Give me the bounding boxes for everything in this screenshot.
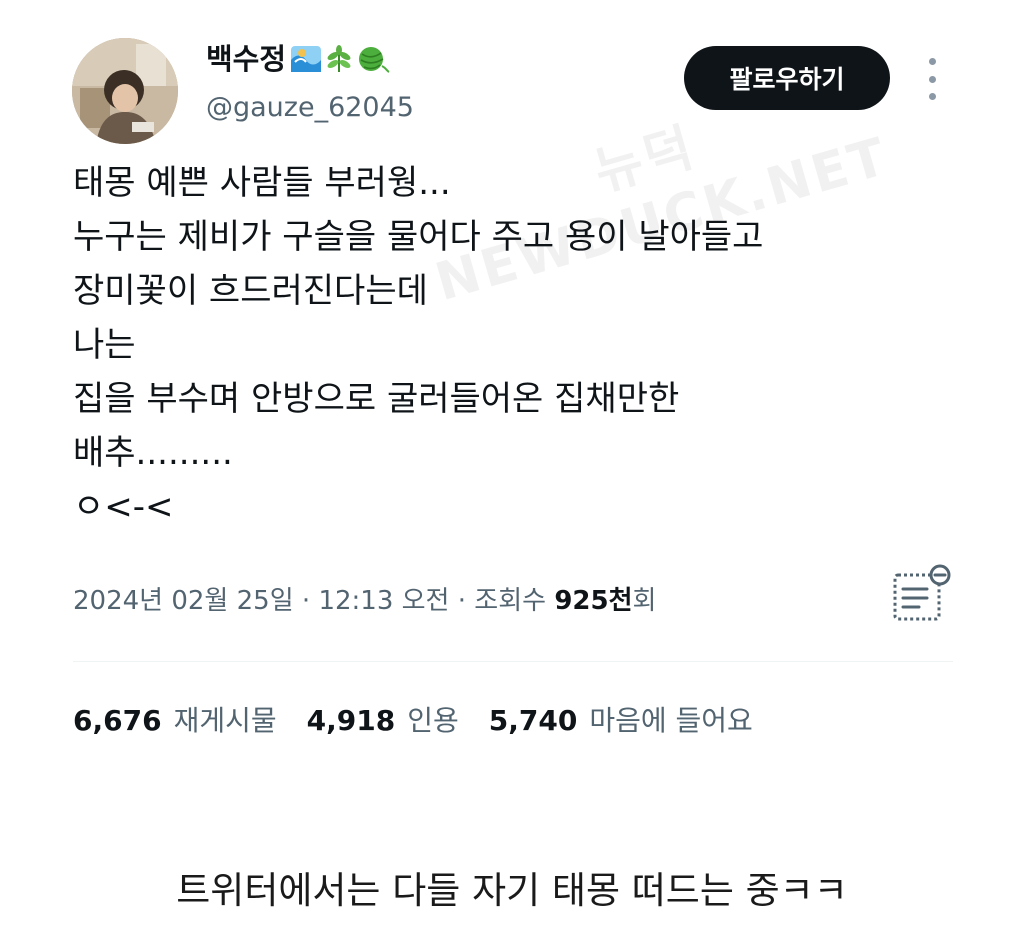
caption: 트위터에서는 다들 자기 태몽 떠드는 중ㅋㅋ bbox=[176, 869, 848, 912]
likes-count: 5,740 bbox=[488, 704, 578, 737]
divider bbox=[73, 661, 953, 662]
likes-label: 마음에 들어요 bbox=[589, 704, 753, 737]
tweet-line: ㅇ<-< bbox=[73, 487, 174, 527]
quotes-label: 인용 bbox=[407, 704, 459, 737]
display-name: 백수정 bbox=[206, 41, 287, 76]
views-label: 조회수 bbox=[474, 586, 555, 616]
views-suffix: 회 bbox=[632, 586, 657, 616]
wave-emoji-icon bbox=[291, 46, 322, 72]
tweet-line: 누구는 제비가 구슬을 물어다 주고 용이 날아들고 bbox=[73, 217, 764, 257]
avatar-image bbox=[72, 38, 178, 144]
retweets-stat[interactable]: 6,676 재게시물 bbox=[73, 707, 277, 735]
quotes-stat[interactable]: 4,918 인용 bbox=[307, 707, 459, 735]
retweets-label: 재게시물 bbox=[173, 704, 277, 737]
tweet-line: 장미꽃이 흐드러진다는데 bbox=[73, 271, 428, 311]
tweet-date[interactable]: 2024년 02월 25일 bbox=[73, 586, 294, 616]
tweet-text: 태몽 예쁜 사람들 부러웡... 누구는 제비가 구슬을 물어다 주고 용이 날… bbox=[73, 156, 953, 534]
views-count: 925천 bbox=[554, 586, 633, 616]
meta-separator: · bbox=[293, 586, 319, 616]
more-dot bbox=[928, 75, 936, 83]
emoji-row bbox=[290, 44, 390, 74]
quotes-count: 4,918 bbox=[306, 704, 396, 737]
tweet-time[interactable]: 12:13 오전 bbox=[318, 586, 449, 616]
more-options-icon[interactable] bbox=[922, 58, 942, 100]
more-dot bbox=[928, 93, 936, 100]
tweet-line: 집을 부수며 안방으로 굴러들어온 집채만한 bbox=[73, 379, 680, 419]
follow-button[interactable]: 팔로우하기 bbox=[684, 46, 890, 110]
likes-stat[interactable]: 5,740 마음에 들어요 bbox=[489, 707, 753, 735]
tweet-line: 배추......... bbox=[73, 433, 233, 473]
analytics-icon[interactable] bbox=[889, 563, 953, 627]
tweet-line: 나는 bbox=[73, 325, 136, 365]
retweets-count: 6,676 bbox=[73, 704, 162, 737]
tweet-meta: 2024년 02월 25일 · 12:13 오전 · 조회수 925천회 bbox=[73, 588, 656, 614]
display-name-row[interactable]: 백수정 bbox=[206, 44, 390, 74]
engagement-stats: 6,676 재게시물 4,918 인용 5,740 마음에 들어요 bbox=[73, 707, 753, 735]
more-dot bbox=[928, 58, 936, 65]
tweet-line: 태몽 예쁜 사람들 부러웡... bbox=[73, 163, 451, 203]
herb-emoji-icon bbox=[327, 45, 351, 72]
avatar[interactable] bbox=[72, 38, 178, 144]
meta-separator: · bbox=[449, 586, 475, 616]
user-handle[interactable]: @gauze_62045 bbox=[206, 94, 414, 121]
yarn-emoji-icon bbox=[359, 47, 390, 73]
